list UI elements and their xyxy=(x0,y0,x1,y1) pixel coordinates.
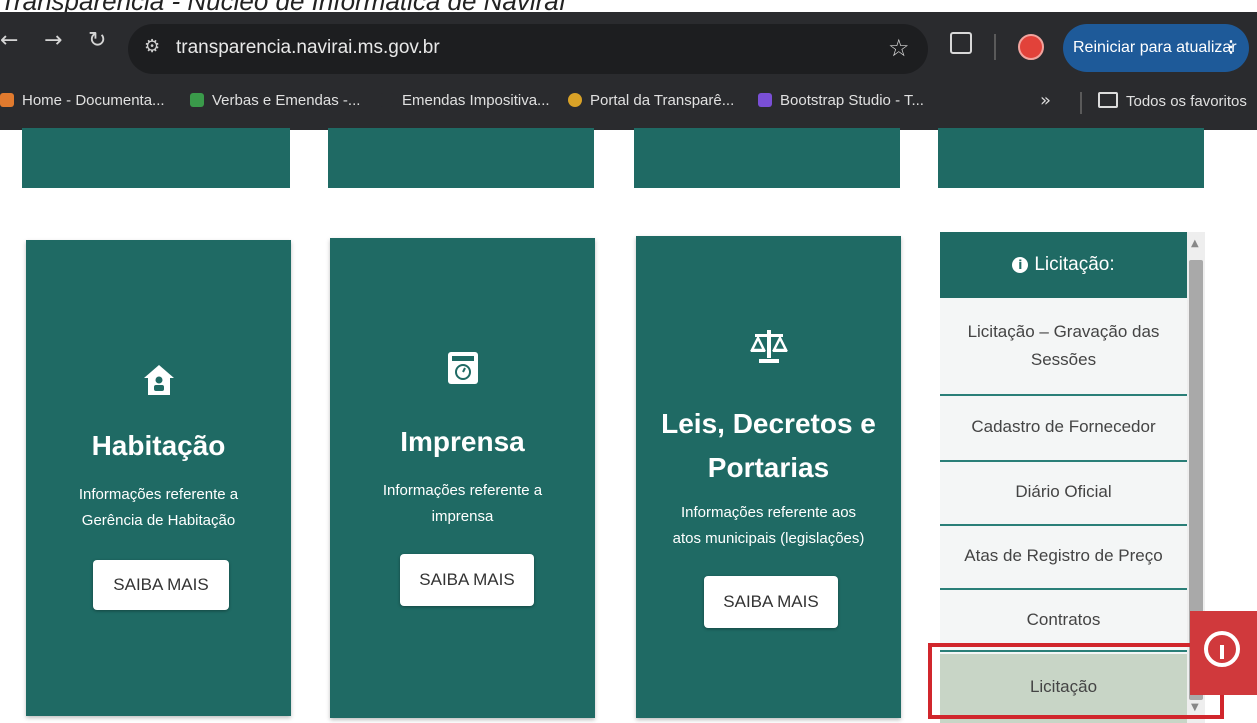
card-description: Informações referente a Gerência de Habi… xyxy=(36,482,281,534)
accessibility-button[interactable] xyxy=(1190,611,1257,695)
panel-item-diario[interactable]: Diário Oficial xyxy=(940,462,1187,526)
bookmark-emendas[interactable]: Emendas Impositiva... xyxy=(380,92,550,109)
bookmark-label: Verbas e Emendas -... xyxy=(212,92,361,109)
profile-avatar[interactable] xyxy=(1018,34,1044,60)
panel-item-gravacao[interactable]: Licitação – Gravação das Sessões xyxy=(940,312,1187,396)
bookmark-favicon-icon xyxy=(380,93,394,107)
bookmarks-divider xyxy=(1080,92,1082,114)
desc-line: Informações referente aos xyxy=(680,504,857,521)
desc-line: atos municipais (legislações) xyxy=(672,530,865,547)
card-stub xyxy=(22,128,290,188)
card-title: Habitação xyxy=(91,430,226,461)
bookmark-favicon-icon xyxy=(568,93,582,107)
more-bookmarks-icon[interactable]: » xyxy=(1040,90,1051,111)
url-text[interactable]: transparencia.navirai.ms.gov.br xyxy=(176,37,440,59)
browser-toolbar: ← → ↻ ⚙ transparencia.navirai.ms.gov.br … xyxy=(0,12,1257,130)
bookmark-favicon-icon xyxy=(190,93,204,107)
restart-update-button[interactable]: Reiniciar para atualizar ⋮ xyxy=(1063,24,1249,72)
back-arrow-icon[interactable]: ← xyxy=(0,28,18,53)
card-description: Informações referente a imprensa xyxy=(340,478,585,530)
panel-item-atas[interactable]: Atas de Registro de Preço xyxy=(940,526,1187,590)
bookmark-bootstrap[interactable]: Bootstrap Studio - T... xyxy=(758,92,924,109)
site-settings-icon[interactable]: ⚙ xyxy=(144,36,160,57)
card-stub xyxy=(938,128,1204,188)
title-line: Portarias xyxy=(707,452,830,483)
scales-icon xyxy=(636,326,901,371)
info-icon: i xyxy=(1012,257,1029,273)
saiba-mais-button[interactable]: SAIBA MAIS xyxy=(400,554,534,606)
card-title: Imprensa xyxy=(400,426,525,457)
card-habitacao: Habitação Informações referente a Gerênc… xyxy=(26,240,291,716)
bookmark-verbas[interactable]: Verbas e Emendas -... xyxy=(190,92,360,109)
bookmark-label: Portal da Transparê... xyxy=(590,92,735,109)
bookmark-home[interactable]: Home - Documenta... xyxy=(0,92,165,109)
highlight-box xyxy=(928,643,1224,719)
extensions-icon[interactable] xyxy=(950,32,972,54)
house-icon xyxy=(26,362,291,403)
card-title: Leis, Decretos e Portarias xyxy=(636,402,901,490)
toolbar-divider xyxy=(994,34,996,60)
bookmark-label: Home - Documenta... xyxy=(22,92,165,109)
reload-icon[interactable]: ↻ xyxy=(88,28,106,53)
panel-item-label: Sessões xyxy=(1030,350,1097,369)
desc-line: imprensa xyxy=(431,508,494,525)
card-description: Informações referente aos atos municipai… xyxy=(646,500,891,552)
menu-dots-icon[interactable]: ⋮ xyxy=(1223,24,1239,72)
bookmark-favicon-icon xyxy=(758,93,772,107)
address-bar[interactable]: ⚙ transparencia.navirai.ms.gov.br ☆ xyxy=(128,24,928,74)
title-line: Leis, Decretos e xyxy=(661,408,876,439)
bookmark-star-icon[interactable]: ☆ xyxy=(888,34,910,62)
card-stub xyxy=(328,128,594,188)
bookmark-label: Emendas Impositiva... xyxy=(402,92,550,109)
card-leis: Leis, Decretos e Portarias Informações r… xyxy=(636,236,901,718)
bookmark-portal[interactable]: Portal da Transparê... xyxy=(568,92,734,109)
saiba-mais-button[interactable]: SAIBA MAIS xyxy=(704,576,838,628)
panel-header: i Licitação: xyxy=(940,232,1187,298)
restart-update-label: Reiniciar para atualizar xyxy=(1073,39,1237,56)
newspaper-icon xyxy=(330,350,595,391)
scroll-up-icon[interactable]: ▲ xyxy=(1191,238,1199,249)
panel-item-cadastro[interactable]: Cadastro de Fornecedor xyxy=(940,396,1187,462)
all-favorites-folder[interactable]: Todos os favoritos xyxy=(1098,92,1247,110)
bookmark-label: Bootstrap Studio - T... xyxy=(780,92,924,109)
saiba-mais-button[interactable]: SAIBA MAIS xyxy=(93,560,229,610)
desc-line: Gerência de Habitação xyxy=(81,512,236,529)
panel-item-label: Licitação – Gravação das xyxy=(967,322,1160,341)
desc-line: Informações referente a xyxy=(78,486,239,503)
bookmarks-bar: Home - Documenta... Verbas e Emendas -..… xyxy=(0,84,1257,124)
panel-header-label: Licitação: xyxy=(1034,254,1115,275)
bookmark-favicon-icon xyxy=(0,93,14,107)
card-imprensa: Imprensa Informações referente a imprens… xyxy=(330,238,595,718)
accessibility-icon xyxy=(1204,631,1240,667)
desc-line: Informações referente a xyxy=(382,482,543,499)
folder-icon xyxy=(1098,92,1118,108)
forward-arrow-icon[interactable]: → xyxy=(44,28,62,53)
card-stub xyxy=(634,128,900,188)
all-favorites-label: Todos os favoritos xyxy=(1126,93,1247,110)
